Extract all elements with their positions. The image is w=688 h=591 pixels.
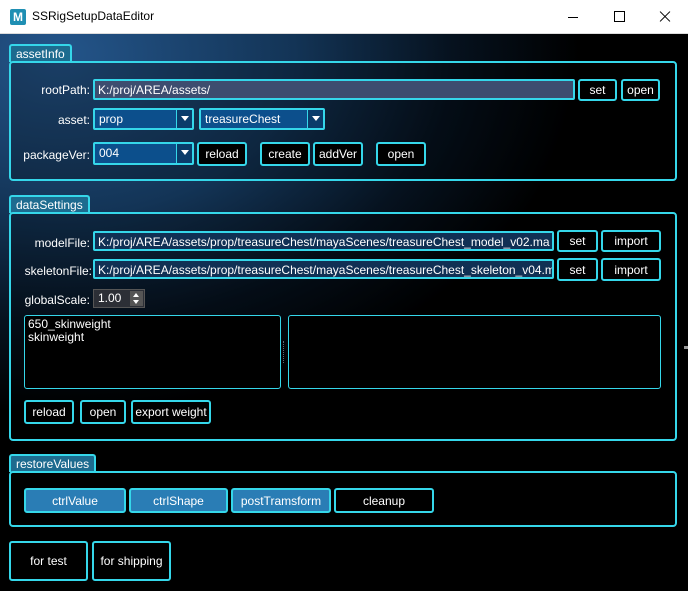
globalScale-spinbox[interactable]: 1.00 — [93, 289, 145, 308]
packageVer-create-button[interactable]: create — [260, 142, 310, 166]
maximize-icon[interactable] — [596, 0, 642, 34]
ctrlShape-button[interactable]: ctrlShape — [129, 488, 228, 513]
asset-category-dropdown[interactable]: prop — [93, 108, 194, 130]
rootPath-set-button[interactable]: set — [578, 79, 617, 101]
packageVer-reload-button[interactable]: reload — [197, 142, 247, 166]
tab-dataSettings[interactable]: dataSettings — [9, 195, 90, 213]
skinweight-list[interactable]: 650_skinweight skinweight — [24, 315, 281, 389]
cleanup-button[interactable]: cleanup — [334, 488, 434, 513]
export-weight-button[interactable]: export weight — [131, 400, 211, 424]
ctrlValue-button[interactable]: ctrlValue — [24, 488, 126, 513]
packageVer-dropdown[interactable]: 004 — [93, 142, 194, 165]
asset-name-value: treasureChest — [205, 112, 281, 126]
packageVer-addVer-button[interactable]: addVer — [313, 142, 363, 166]
packageVer-open-button[interactable]: open — [376, 142, 426, 166]
asset-label: asset: — [57, 113, 90, 127]
asset-name-dropdown[interactable]: treasureChest — [199, 108, 325, 130]
modelFile-import-button[interactable]: import — [601, 230, 661, 252]
chevron-down-icon — [307, 110, 323, 128]
packageVer-value: 004 — [99, 146, 120, 160]
rootPath-label: rootPath: — [41, 83, 90, 97]
modelFile-set-button[interactable]: set — [557, 230, 598, 252]
detail-list[interactable] — [288, 315, 661, 389]
maya-app-icon: M — [10, 9, 26, 25]
spin-down-icon[interactable] — [130, 298, 143, 306]
globalScale-label: globalScale: — [24, 293, 90, 307]
for-shipping-button[interactable]: for shipping — [92, 541, 171, 581]
postTramsform-button[interactable]: postTramsform — [231, 488, 331, 513]
skeletonFile-set-button[interactable]: set — [557, 258, 598, 281]
tab-restoreValues[interactable]: restoreValues — [9, 454, 97, 472]
packageVer-label: packageVer: — [23, 148, 90, 162]
window-title: SSRigSetupDataEditor — [32, 9, 155, 23]
dataSettings-open-button[interactable]: open — [80, 400, 126, 424]
chevron-down-icon — [176, 110, 192, 128]
skeletonFile-import-button[interactable]: import — [601, 258, 661, 281]
asset-category-value: prop — [99, 112, 124, 126]
title-bar: M SSRigSetupDataEditor — [0, 0, 688, 34]
close-icon[interactable] — [642, 0, 688, 34]
list-item[interactable]: skinweight — [28, 331, 277, 344]
skeletonFile-label: skeletonFile: — [24, 264, 92, 278]
rootPath-open-button[interactable]: open — [621, 79, 660, 101]
skeletonFile-field[interactable]: K:/proj/AREA/assets/prop/treasureChest/m… — [93, 259, 554, 279]
rootPath-field[interactable]: K:/proj/AREA/assets/ — [93, 79, 575, 100]
chevron-down-icon — [176, 144, 192, 163]
tab-assetInfo[interactable]: assetInfo — [9, 44, 72, 62]
window-edge-grip — [684, 346, 688, 349]
for-test-button[interactable]: for test — [9, 541, 88, 581]
modelFile-label: modelFile: — [34, 236, 90, 250]
globalScale-value: 1.00 — [98, 291, 122, 305]
minimize-icon[interactable] — [550, 0, 596, 34]
modelFile-field[interactable]: K:/proj/AREA/assets/prop/treasureChest/m… — [93, 231, 554, 251]
list-splitter-handle[interactable] — [283, 341, 285, 363]
dataSettings-reload-button[interactable]: reload — [24, 400, 74, 424]
